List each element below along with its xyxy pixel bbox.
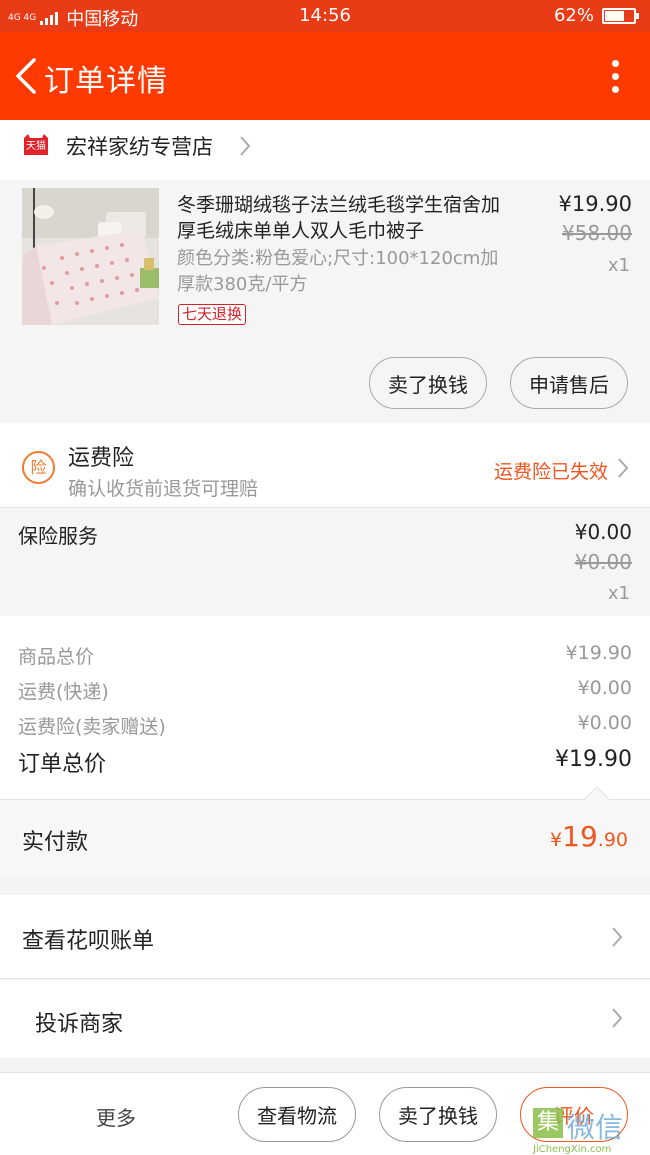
tmall-badge-label: 天猫 — [26, 141, 46, 152]
status-time: 14:56 — [299, 5, 351, 26]
product-title[interactable]: 冬季珊瑚绒毯子法兰绒毛毯学生宿舍加厚毛绒床单单人双人毛巾被子 — [177, 192, 517, 244]
insurance-icon: 险 — [22, 451, 55, 484]
view-logistics-button[interactable]: 查看物流 — [238, 1087, 356, 1142]
sell-for-cash-bottom-button[interactable]: 卖了换钱 — [379, 1087, 497, 1142]
huabei-bill-row[interactable]: 查看花呗账单 — [0, 895, 650, 979]
site-watermark: 集 微信 JiChengXin.com — [533, 1100, 649, 1155]
shipping-insurance-value: ¥0.00 — [577, 712, 632, 734]
apply-after-sales-button[interactable]: 申请售后 — [510, 357, 628, 409]
actual-payment-label: 实付款 — [22, 830, 89, 855]
insurance-service-label: 保险服务 — [18, 524, 98, 548]
battery-icon — [602, 7, 639, 24]
product-quantity: x1 — [607, 255, 630, 276]
back-arrow-icon[interactable] — [12, 56, 42, 96]
amount-integer: 19 — [562, 820, 598, 853]
battery-fill — [605, 10, 624, 21]
currency-symbol: ¥ — [550, 829, 563, 851]
freight-insurance-status: 运费险已失效 — [493, 461, 608, 483]
insurance-service-quantity: x1 — [607, 583, 630, 604]
chevron-right-icon — [240, 136, 251, 156]
watermark-logo: 集 — [533, 1108, 563, 1138]
nav-bar: 订单详情 — [0, 32, 650, 120]
order-total-label: 订单总价 — [18, 752, 107, 777]
product-price: ¥19.90 — [558, 192, 632, 216]
chevron-right-icon — [618, 458, 629, 478]
store-name: 宏祥家纺专营店 — [66, 135, 213, 159]
amount-decimal: .90 — [597, 829, 628, 851]
freight-insurance-subtitle: 确认收货前退货可理赔 — [68, 478, 259, 500]
complain-merchant-label: 投诉商家 — [35, 1012, 124, 1037]
goods-total-value: ¥19.90 — [565, 642, 632, 664]
more-button[interactable]: 更多 — [96, 1102, 136, 1131]
product-spec: 颜色分类:粉色爱心;尺寸:100*120cm加厚款380克/平方 — [177, 248, 499, 295]
return-policy-badge: 七天退换 — [178, 304, 247, 325]
shipping-fee-label: 运费(快递) — [18, 681, 109, 703]
insurance-service-item: 保险服务 ¥0.00 ¥0.00 x1 — [0, 508, 650, 616]
insurance-service-original-price: ¥0.00 — [574, 550, 632, 574]
huabei-bill-label: 查看花呗账单 — [22, 929, 155, 954]
order-total-value: ¥19.90 — [555, 747, 632, 772]
order-summary: 商品总价 ¥19.90 运费(快递) ¥0.00 运费险(卖家赠送) ¥0.00… — [0, 616, 650, 799]
product-original-price: ¥58.00 — [562, 221, 632, 245]
insurance-service-price: ¥0.00 — [574, 520, 632, 544]
goods-total-label: 商品总价 — [18, 646, 95, 668]
watermark-url: JiChengXin.com — [533, 1144, 612, 1155]
product-item[interactable]: 冬季珊瑚绒毯子法兰绒毛毯学生宿舍加厚毛绒床单单人双人毛巾被子 颜色分类:粉色爱心… — [0, 180, 650, 423]
actual-payment-value: ¥19.90 — [550, 820, 628, 853]
actual-payment: 实付款 ¥19.90 — [0, 786, 650, 878]
watermark-title: 微信 — [567, 1111, 624, 1144]
store-row[interactable]: 天猫 宏祥家纺专营店 — [0, 120, 650, 180]
tmall-icon: 天猫 — [22, 133, 50, 157]
more-menu-icon[interactable] — [612, 60, 620, 99]
freight-insurance-row[interactable]: 险 运费险 确认收货前退货可理赔 运费险已失效 — [0, 423, 650, 508]
shipping-fee-value: ¥0.00 — [577, 677, 632, 699]
complain-merchant-row[interactable]: 投诉商家 — [0, 980, 650, 1058]
chevron-right-icon — [612, 927, 623, 947]
shipping-insurance-label: 运费险(卖家赠送) — [18, 716, 166, 738]
freight-insurance-title: 运费险 — [68, 446, 135, 471]
product-thumbnail[interactable] — [22, 188, 159, 325]
page-title: 订单详情 — [44, 64, 168, 99]
chevron-right-icon — [612, 1008, 623, 1028]
sell-for-cash-button[interactable]: 卖了换钱 — [369, 357, 487, 409]
battery-percent: 62% — [553, 5, 594, 26]
status-bar: 4G 4G 中国移动 14:56 62% — [0, 0, 650, 32]
